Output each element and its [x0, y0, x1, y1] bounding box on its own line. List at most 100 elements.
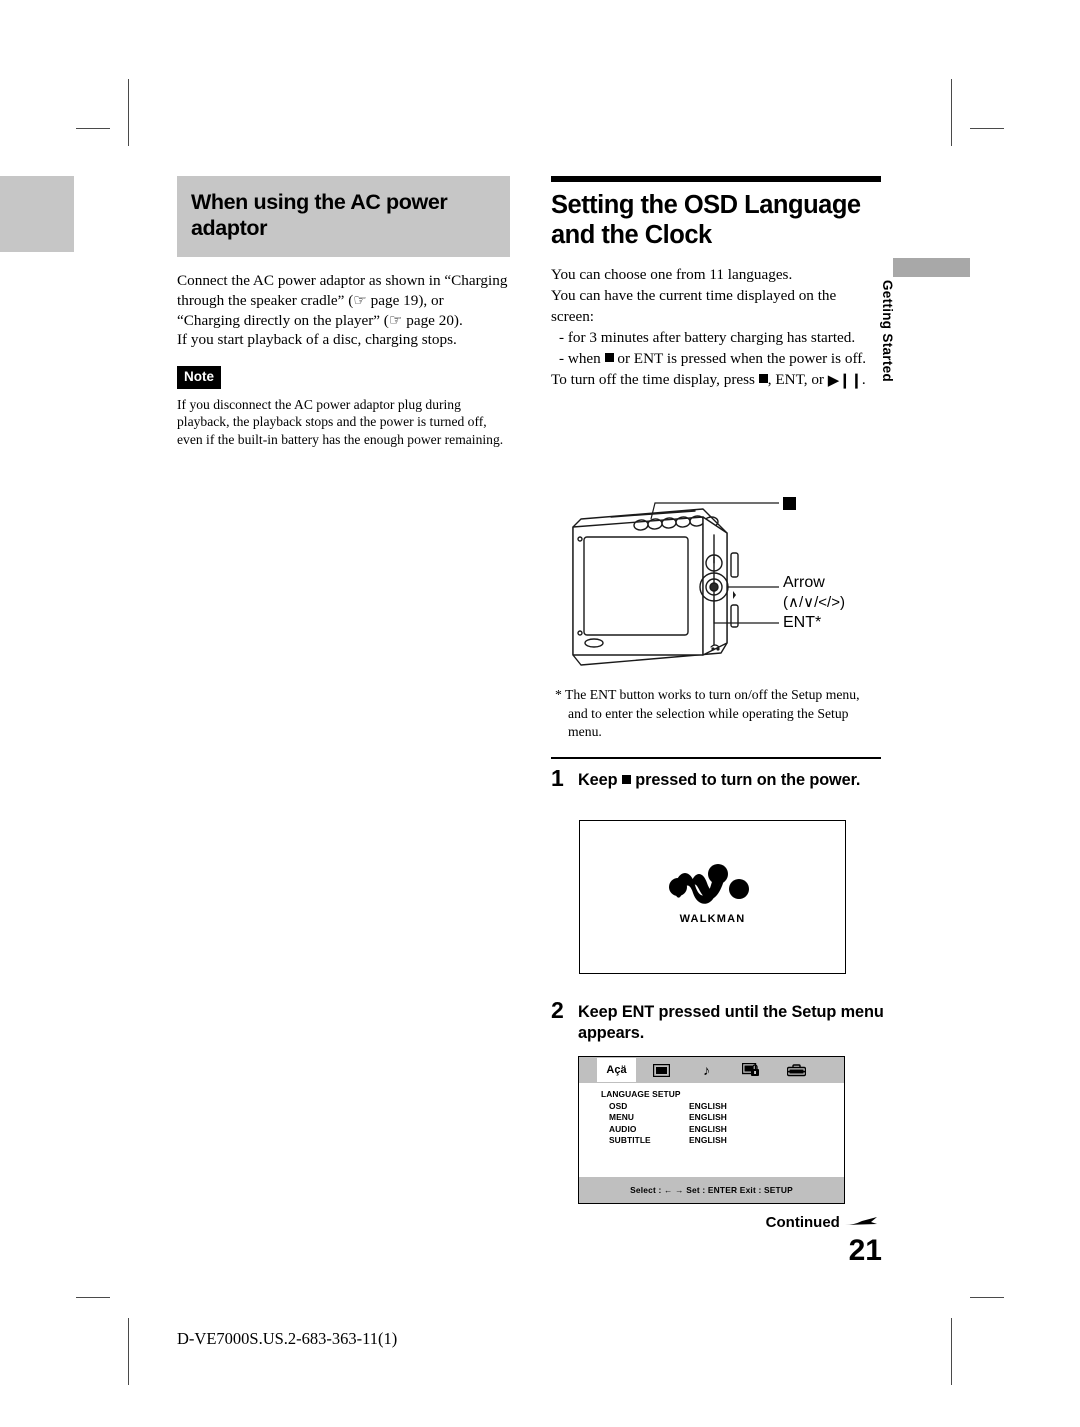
callout-arrow-label: Arrow: [783, 573, 825, 593]
stop-square-icon-3: [621, 775, 631, 784]
left-paragraph-2: ttery power ys indicate: [0, 489, 74, 528]
walkman-wordmark: WALKMAN: [679, 912, 746, 925]
stop-square-icon: [604, 353, 614, 363]
parental-lock-icon: [742, 1063, 759, 1076]
crop-mark-bottom-left-horizontal: [76, 1297, 110, 1298]
continued-label: Continued: [765, 1214, 840, 1231]
left-paragraph-8: urs, when surface. e player: [0, 893, 74, 952]
osd-row-osd[interactable]: OSD ENGLISH: [601, 1101, 844, 1113]
osd-tab-bar: Açä ♪: [579, 1057, 844, 1083]
arrow-label-text: Arrow: [783, 574, 825, 591]
ent-footnote-text: * The ENT button works to turn on/off th…: [555, 687, 860, 740]
middle-column: When using the AC power adaptor Connect …: [177, 176, 510, 448]
crop-mark-top-right-vertical: [951, 79, 952, 146]
step-1-text: Keep pressed to turn on the power.: [578, 770, 886, 791]
side-tab-band: [893, 258, 970, 277]
arrow-dirs-text: (∧/∨/</>): [783, 594, 845, 611]
left-paragraph-7: n gy Industries: [0, 836, 74, 875]
crop-mark-bottom-right-horizontal: [970, 1297, 1004, 1298]
osd-row-osd-value: ENGLISH: [689, 1100, 727, 1111]
osd-row-osd-key: OSD: [609, 1100, 628, 1111]
left-paragraph-3: , the display e actual: [0, 550, 74, 589]
player-device-drawing: [572, 497, 796, 666]
turnoff-prefix: To turn off the time display, press: [551, 370, 759, 388]
step-1: 1 Keep pressed to turn on the power.: [551, 765, 886, 791]
middle-column-body: Connect the AC power adaptor as shown in…: [177, 272, 508, 349]
osd-row-menu-key: MENU: [609, 1112, 635, 1123]
step-1-suffix: pressed to turn on the power.: [630, 771, 861, 789]
intro-line-1: You can choose one from 11 languages.: [551, 266, 793, 283]
bullet2-suffix: or ENT is pressed when the power is off.: [613, 350, 867, 368]
music-note-icon: ♪: [703, 1062, 710, 1078]
document-footer-code: D-VE7000S.US.2-683-363-11(1): [177, 1329, 398, 1348]
stop-button-callout-icon: [783, 497, 796, 510]
bullet2-prefix: - when: [559, 350, 605, 368]
crop-mark-top-left-horizontal: [76, 128, 110, 129]
osd-tab-audio[interactable]: ♪: [687, 1058, 726, 1082]
note-badge: Note: [177, 366, 221, 389]
continued-marker: Continued: [700, 1214, 880, 1231]
turn-off-instruction: To turn off the time display, press , EN…: [551, 370, 881, 392]
middle-column-heading: When using the AC power adaptor: [177, 176, 510, 257]
walkman-splash-screen: WALKMAN: [579, 820, 846, 974]
side-tab-label: Getting Started: [880, 280, 895, 383]
osd-row-subtitle[interactable]: SUBTITLE ENGLISH: [601, 1135, 844, 1147]
stop-square-icon-2: [758, 373, 768, 383]
footnote-divider: [551, 757, 881, 759]
ent-footnote: * The ENT button works to turn on/off th…: [551, 686, 881, 742]
osd-row-audio[interactable]: AUDIO ENGLISH: [601, 1124, 844, 1136]
callout-arrow-dirs: (∧/∨/</>): [783, 593, 845, 613]
note-body: If you disconnect the AC power adaptor p…: [177, 396, 504, 447]
continued-arrow-icon: [845, 1217, 877, 1225]
left-paragraph-1: emote, the dicated age 37). eases, the .: [0, 264, 74, 362]
osd-row-menu[interactable]: MENU ENGLISH: [601, 1112, 844, 1124]
crop-mark-top-left-vertical: [128, 79, 129, 146]
osd-tab-language[interactable]: Açä: [597, 1058, 636, 1082]
osd-menu-body: LANGUAGE SETUP OSD ENGLISH MENU ENGLISH …: [579, 1083, 844, 1147]
setup-menu-screenshot: Açä ♪ LANGUAGE SETUP OSD ENGLISH MENU EN…: [578, 1056, 845, 1204]
crop-mark-bottom-right-vertical: [951, 1318, 952, 1385]
step-1-number: 1: [551, 765, 564, 791]
step-2-number: 2: [551, 997, 564, 1023]
bullet-charging: - for 3 minutes after battery charging h…: [559, 329, 856, 347]
step-2: 2 Keep ENT pressed until the Setup menu …: [551, 997, 886, 1044]
turnoff-suffix: .: [861, 370, 866, 388]
osd-row-subtitle-key: SUBTITLE: [609, 1135, 651, 1146]
left-column-heading: ning y: [0, 176, 74, 252]
osd-footer-hints: Select : ← → Set : ENTER Exit : SETUP: [579, 1177, 844, 1203]
osd-menu-title: LANGUAGE SETUP: [601, 1089, 681, 1099]
walkman-w-mark: [668, 863, 749, 904]
manual-page: ning y emote, the dicated age 37). eases…: [0, 0, 1080, 1427]
left-paragraph-6: e 39): [0, 782, 74, 802]
left-paragraph-5: ot appear, , and e 49).: [0, 652, 74, 711]
osd-tab-parental-lock[interactable]: [732, 1058, 771, 1082]
screen-icon: [653, 1063, 670, 1077]
left-arrow-glyph: ▸: [0, 374, 74, 394]
osd-row-audio-value: ENGLISH: [689, 1123, 727, 1134]
left-heading-line-2: y: [0, 213, 64, 238]
walkman-logo: WALKMAN: [661, 863, 765, 925]
left-paragraph-4: s only when: [0, 610, 74, 630]
ent-label-text: ENT*: [783, 614, 822, 631]
osd-row-menu-value: ENGLISH: [689, 1112, 727, 1123]
device-illustration: Arrow (∧/∨/</>) ENT*: [551, 495, 881, 680]
bullet-power-off: - when or ENT is pressed when the power …: [551, 349, 881, 370]
page-title: Setting the OSD Language and the Clock: [551, 191, 861, 249]
language-icon: Açä: [606, 1063, 627, 1076]
crop-mark-bottom-left-vertical: [128, 1318, 129, 1385]
section-rule: [551, 176, 881, 182]
osd-row-subtitle-value: ENGLISH: [689, 1135, 727, 1146]
play-pause-icon: ▶❙❙: [827, 371, 863, 389]
osd-row-audio-key: AUDIO: [609, 1123, 637, 1134]
callout-ent-label: ENT*: [783, 613, 821, 633]
step-2-text: Keep ENT pressed until the Setup menu ap…: [578, 1003, 884, 1042]
left-column: ning y emote, the dicated age 37). eases…: [0, 176, 74, 951]
page-number: 21: [848, 1234, 882, 1267]
left-heading-line-1: ning: [0, 188, 64, 213]
intro-line-2: You can have the current time displayed …: [551, 286, 837, 325]
osd-tab-custom-setup[interactable]: [777, 1058, 816, 1082]
right-column: Setting the OSD Language and the Clock Y…: [551, 176, 881, 392]
osd-tab-screen[interactable]: [642, 1058, 681, 1082]
crop-mark-top-right-horizontal: [970, 128, 1004, 129]
turnoff-mid: , ENT, or: [767, 370, 828, 388]
